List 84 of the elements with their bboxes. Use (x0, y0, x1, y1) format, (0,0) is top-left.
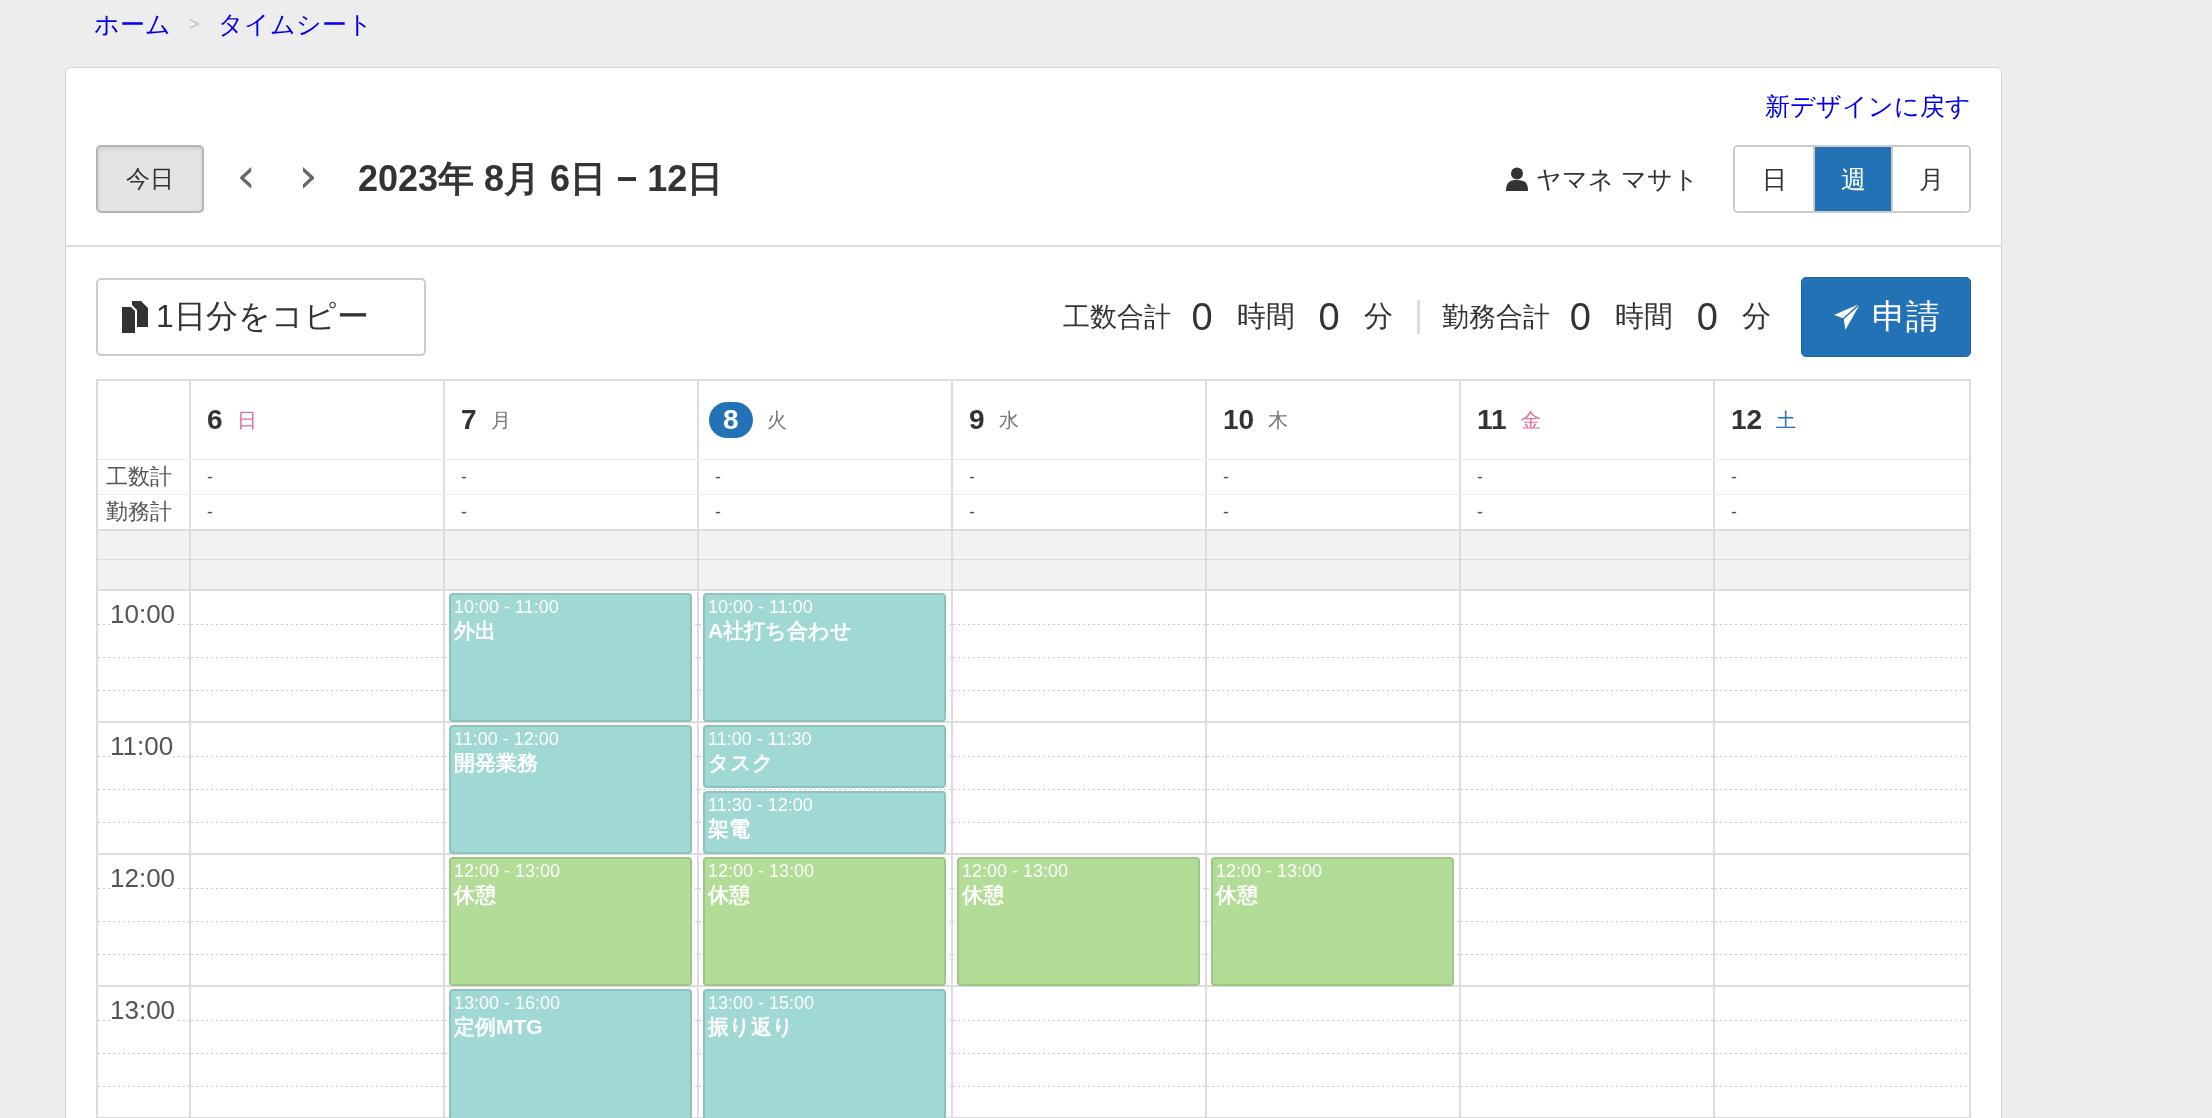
table-cell-text: - (1730, 501, 1738, 524)
event-title: 振り返り (708, 1014, 795, 1040)
paper-plane-icon (1832, 302, 1862, 332)
event-time: 12:00 - 13:00 (454, 860, 562, 882)
all-day-cell[interactable] (699, 531, 953, 589)
table-cell: - (191, 495, 445, 529)
user-icon (1506, 167, 1529, 191)
weekday-label: 金 (1520, 407, 1541, 433)
date-range-title: 2023年 8月 6日 − 12日 (358, 156, 724, 201)
event-title: 定例MTG (454, 1014, 544, 1040)
total-hours: 0 (1569, 295, 1591, 339)
row-label: 勤務計 (98, 495, 191, 529)
event-title: 休憩 (962, 882, 1005, 908)
today-date-badge: 8 (709, 402, 753, 438)
event-title: 休憩 (708, 882, 751, 908)
weekday-label: 土 (1776, 407, 1797, 433)
table-cell: - (1461, 460, 1715, 494)
event-time: 11:00 - 11:30 (708, 728, 813, 750)
day-number: 7 (461, 404, 477, 436)
event-time: 11:00 - 12:00 (454, 728, 560, 750)
event-time: 13:00 - 16:00 (454, 992, 562, 1014)
event-title: A社打ち合わせ (708, 618, 854, 644)
event-time: 12:00 - 13:00 (708, 860, 816, 882)
event-time: 11:30 - 12:00 (708, 794, 814, 816)
all-day-cell[interactable] (191, 531, 445, 589)
total-minutes: 0 (1318, 295, 1340, 339)
weekday-label: 月 (490, 407, 511, 433)
breadcrumb-separator: > (189, 13, 200, 35)
weekday-label: 水 (998, 407, 1019, 433)
view-tab[interactable]: 週 (1813, 147, 1891, 211)
minutes-unit: 分 (1742, 299, 1771, 334)
table-cell: - (1207, 495, 1461, 529)
event-title: 外出 (454, 618, 497, 644)
event-title: 休憩 (1216, 882, 1259, 908)
today-button[interactable]: 今日 (96, 145, 204, 213)
day-number: 10 (1223, 404, 1255, 436)
table-cell: - (953, 495, 1207, 529)
table-cell: - (1461, 495, 1715, 529)
copy-day-button[interactable]: 1日分をコピー (96, 278, 426, 356)
total-label: 工数合計 (1063, 301, 1172, 334)
table-cell: - (953, 460, 1207, 494)
total-minutes: 0 (1696, 295, 1718, 339)
event-time: 12:00 - 13:00 (1216, 860, 1324, 882)
event-title: 開発業務 (454, 750, 539, 776)
table-cell: - (445, 460, 699, 494)
design-switch-link[interactable]: 新デザインに戻す (1765, 90, 1971, 138)
weekday-label: 木 (1268, 407, 1289, 433)
day-number: 11 (1477, 404, 1507, 436)
row-label: 工数計 (98, 460, 191, 494)
user-name: ヤマネ マサト (1536, 163, 1699, 195)
total-label: 勤務合計 (1441, 301, 1550, 334)
breadcrumb-link[interactable]: タイムシート (217, 7, 373, 41)
table-cell: - (699, 460, 953, 494)
table-cell: - (191, 460, 445, 494)
day-number: 6 (207, 404, 223, 436)
weekday-label: 火 (766, 407, 787, 433)
table-cell: - (1207, 460, 1461, 494)
event-time: 10:00 - 11:00 (708, 596, 814, 618)
total-hours: 0 (1191, 295, 1213, 339)
hours-unit: 時間 (1236, 299, 1295, 334)
submit-button[interactable]: 申請 (1801, 277, 1971, 357)
all-day-cell[interactable] (1207, 531, 1461, 589)
event-title: タスク (708, 750, 775, 776)
weekday-label: 日 (236, 407, 257, 433)
documents-icon (122, 301, 148, 333)
event-title: 休憩 (454, 882, 497, 908)
table-cell: - (699, 495, 953, 529)
table-cell-text: - (1730, 466, 1738, 489)
all-day-cell[interactable] (445, 531, 699, 589)
day-number: 12 (1731, 404, 1763, 436)
all-day-cell[interactable] (953, 531, 1207, 589)
breadcrumb-link[interactable]: ホーム (94, 7, 171, 41)
event-time: 10:00 - 11:00 (454, 596, 560, 618)
table-cell: - (445, 495, 699, 529)
all-day-cell[interactable] (1461, 531, 1715, 589)
event-title: 架電 (708, 816, 751, 842)
minutes-unit: 分 (1363, 299, 1393, 334)
day-number: 9 (969, 404, 985, 436)
event-time: 12:00 - 13:00 (962, 860, 1070, 882)
view-tab[interactable]: 月 (1891, 147, 1969, 211)
event-time: 13:00 - 15:00 (708, 992, 816, 1014)
hours-unit: 時間 (1614, 299, 1673, 334)
next-button[interactable]: › (288, 151, 328, 207)
previous-button[interactable]: ‹ (226, 151, 266, 207)
